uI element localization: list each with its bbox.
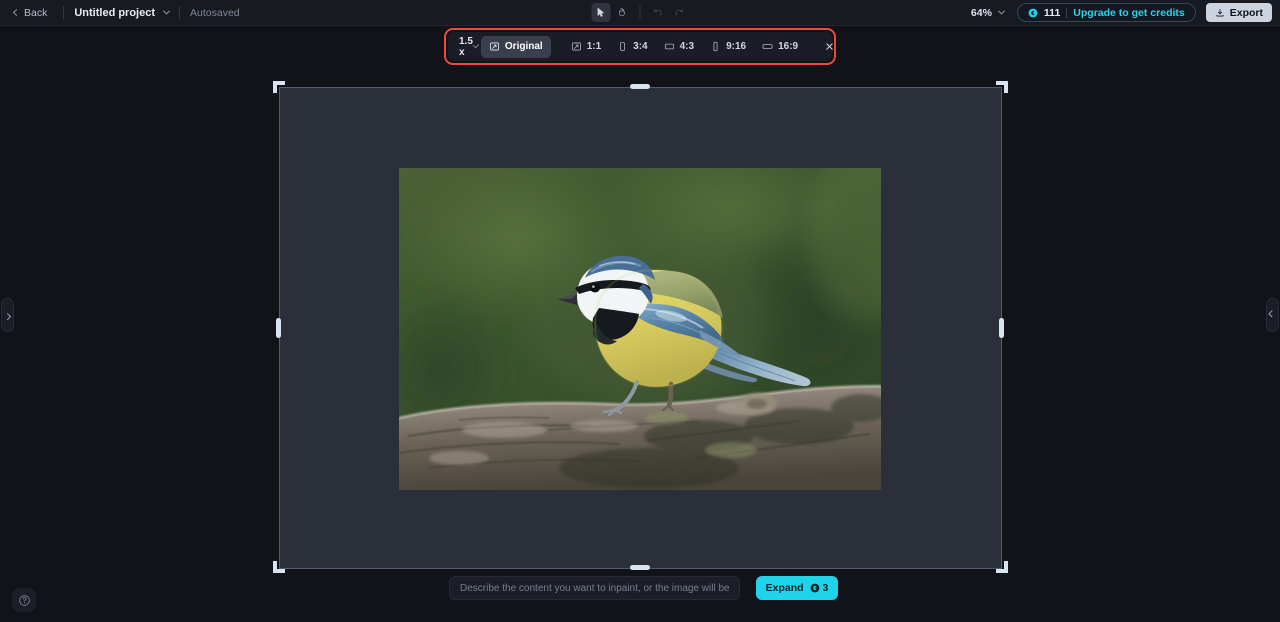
top-bar-tool-group [591,0,689,26]
cursor-icon [597,7,605,17]
redo-icon [675,8,683,16]
upgrade-link[interactable]: Upgrade to get credits [1073,7,1184,19]
landscape-icon [664,43,674,50]
resize-handle-bottom[interactable] [630,565,650,570]
canvas-image[interactable] [399,168,881,490]
credits-count: 111 [1043,6,1061,19]
undo-button[interactable] [649,3,668,22]
pan-tool-button[interactable] [613,3,632,22]
top-bar-right-group: 64% 111 Upgrade to get credits Export [968,0,1272,26]
ratio-option-label: 1:1 [586,41,602,52]
portrait-icon [620,42,626,51]
redo-button[interactable] [670,3,689,22]
expand-cost: 3 [810,582,829,594]
ratio-option-3-4[interactable]: 3:4 [609,36,655,58]
chevron-left-icon [12,8,21,17]
help-button[interactable] [12,588,36,612]
canvas-area[interactable]: Expand 3 [0,26,1280,622]
aspect-ratio-toolbar-highlight: 1.5 x Original 1:1 3:4 4:3 9:16 16:9 [444,28,836,65]
ratio-option-label: 4:3 [679,41,695,52]
divider [179,6,181,19]
resize-handle-top-left[interactable] [273,81,285,93]
chevron-down-icon [997,7,1005,15]
export-button[interactable]: Export [1205,3,1272,22]
ratio-option-label: Original [504,41,543,52]
ratio-option-label: 16:9 [778,41,799,52]
credit-coin-icon [810,583,819,593]
scale-factor-value: 1.5 x [459,35,473,58]
ratio-option-9-16[interactable]: 9:16 [702,36,754,58]
ratio-option-original[interactable]: Original [480,35,551,58]
question-mark-icon [18,594,30,606]
aspect-ratio-toolbar: 1.5 x Original 1:1 3:4 4:3 9:16 16:9 [448,32,835,61]
select-tool-button[interactable] [591,3,611,22]
scale-factor-select[interactable]: 1.5 x [455,35,481,58]
right-panel-toggle[interactable] [1266,298,1279,332]
top-bar: Back Untitled project Autosaved 64% 111 … [0,0,1280,26]
tall-portrait-icon [713,41,718,52]
ratio-option-4-3[interactable]: 4:3 [656,36,702,58]
chevron-left-icon [1269,310,1276,317]
project-name[interactable]: Untitled project [74,7,155,19]
expand-button[interactable]: Expand 3 [756,576,838,600]
expand-cost-value: 3 [822,582,829,594]
expand-frame-icon [490,42,499,51]
expand-frame-icon [571,42,581,51]
wide-landscape-icon [762,44,773,49]
divider [63,6,65,19]
back-button[interactable]: Back [8,4,53,22]
resize-handle-top-right[interactable] [996,81,1008,93]
resize-handle-bottom-left[interactable] [273,561,285,573]
resize-handle-right[interactable] [999,318,1004,338]
zoom-control[interactable]: 64% [968,5,1007,21]
divider [639,6,641,19]
divider [1066,7,1068,18]
prompt-bar: Expand 3 [449,576,838,600]
chevron-right-icon [4,313,11,320]
resize-handle-bottom-right[interactable] [996,561,1008,573]
expand-button-label: Expand [765,582,804,594]
ratio-option-16-9[interactable]: 16:9 [754,36,806,58]
ratio-option-label: 3:4 [633,41,648,52]
close-toolbar-button[interactable] [824,35,835,59]
resize-handle-left[interactable] [276,318,281,338]
credits-pill[interactable]: 111 Upgrade to get credits [1016,3,1196,22]
top-bar-left-group: Back Untitled project Autosaved [0,0,240,26]
back-button-label: Back [24,6,48,19]
download-icon [1216,8,1224,16]
app-root: Back Untitled project Autosaved 64% 111 … [0,0,1280,622]
chevron-down-icon [472,41,480,49]
ratio-option-1-1[interactable]: 1:1 [563,36,609,58]
credit-coin-icon [1028,8,1038,17]
undo-icon [654,8,662,16]
zoom-level-value: 64% [970,6,992,19]
ratio-option-label: 9:16 [726,41,747,52]
blue-tit-photo [399,168,881,490]
prompt-input[interactable] [449,576,740,600]
left-panel-toggle[interactable] [1,298,14,332]
autosaved-status: Autosaved [190,6,240,19]
close-icon [826,43,833,50]
chevron-down-icon[interactable] [162,7,171,15]
hand-icon [619,8,625,17]
export-button-label: Export [1229,6,1263,19]
resize-handle-top[interactable] [630,84,650,89]
